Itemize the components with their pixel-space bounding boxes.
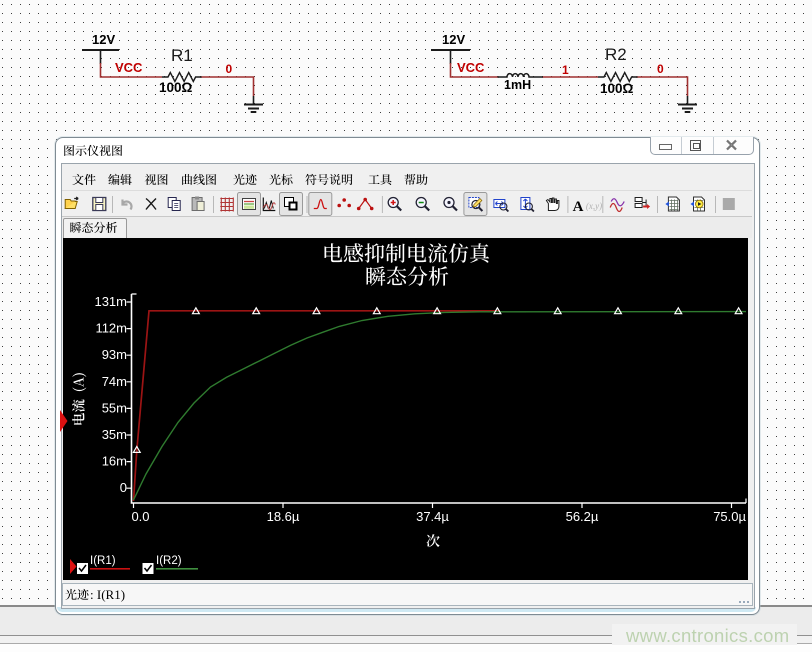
svg-text:74m: 74m [102,374,127,389]
svg-text:35m: 35m [102,427,127,442]
svg-text:56.2µ: 56.2µ [566,509,599,524]
svg-text:I(R1): I(R1) [90,555,116,567]
svg-text:112m: 112m [95,321,127,336]
svg-text:A: A [573,199,584,215]
svg-text:16m: 16m [102,454,127,469]
svg-text:0: 0 [120,480,127,495]
svg-text:131m: 131m [94,294,127,309]
svg-text:55m: 55m [102,400,127,415]
svg-text:93m: 93m [102,347,127,362]
svg-text:(x,y): (x,y) [586,201,602,211]
svg-text:37.4µ: 37.4µ [416,509,449,524]
svg-text:: I(R1): : I(R1) [90,587,125,602]
svg-text:I(R2): I(R2) [156,555,182,567]
svg-text:75.0µ: 75.0µ [713,509,746,524]
svg-text:18.6µ: 18.6µ [267,509,300,524]
svg-text:0.0: 0.0 [131,509,149,524]
